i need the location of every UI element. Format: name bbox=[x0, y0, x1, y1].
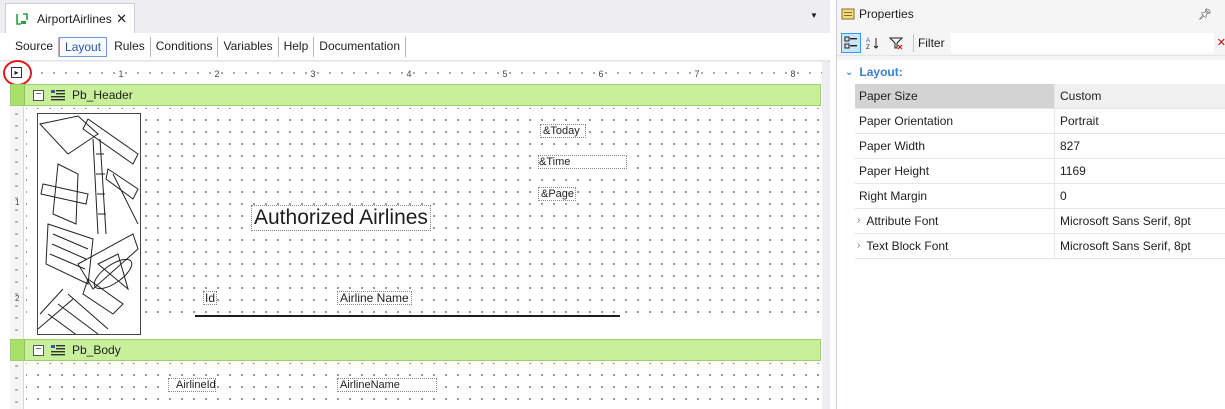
property-row-paper-orientation[interactable]: Paper Orientation Portrait bbox=[855, 109, 1225, 134]
chevron-right-icon[interactable]: › bbox=[857, 234, 860, 258]
funnel-icon bbox=[889, 37, 904, 49]
vruler-mark-1: 1 bbox=[15, 198, 20, 207]
toolbar-separator bbox=[912, 33, 914, 52]
property-value[interactable]: 827 bbox=[1055, 134, 1225, 158]
ruler-mark-3: 3 bbox=[310, 69, 315, 79]
header-underline[interactable] bbox=[195, 315, 620, 317]
vruler-mark-2: 2 bbox=[15, 294, 20, 303]
properties-toolbar: A Z Filter ✕ bbox=[837, 30, 1225, 56]
tab-conditions[interactable]: Conditions bbox=[151, 36, 219, 57]
editor-vertical-scrollbar[interactable] bbox=[822, 62, 830, 409]
tab-layout[interactable]: Layout bbox=[59, 36, 108, 57]
tab-variables[interactable]: Variables bbox=[218, 36, 279, 57]
property-name-cell: › Attribute Font bbox=[855, 209, 1055, 233]
property-name: Paper Orientation bbox=[855, 109, 1055, 133]
layout-editor: AirportAirlines ✕ ▼ Source Layout Rules … bbox=[0, 0, 830, 409]
filter-label: Filter bbox=[917, 35, 945, 50]
time-control[interactable]: &Time bbox=[538, 155, 627, 169]
tab-source[interactable]: Source bbox=[10, 36, 60, 57]
property-row-paper-size[interactable]: Paper Size Custom bbox=[855, 84, 1225, 109]
airline-id-attribute[interactable]: AirlineId bbox=[168, 378, 216, 392]
properties-panel: Properties 📌︎ A Z Filter ✕ ⌄ Layout: Pap… bbox=[836, 0, 1225, 409]
property-row-paper-height[interactable]: Paper Height 1169 bbox=[855, 159, 1225, 184]
properties-title-bar: Properties 📌︎ bbox=[837, 3, 1225, 25]
category-layout[interactable]: ⌄ Layout: bbox=[837, 60, 1225, 84]
properties-title: Properties bbox=[859, 7, 914, 21]
property-name-cell: › Text Block Font bbox=[855, 234, 1055, 258]
ruler-mark-5: 5 bbox=[502, 69, 507, 79]
clear-filter-icon[interactable]: ✕ bbox=[1217, 36, 1225, 49]
tab-rules[interactable]: Rules bbox=[109, 36, 151, 57]
property-name: Paper Size bbox=[855, 84, 1055, 108]
svg-text:Z: Z bbox=[866, 45, 870, 50]
id-label[interactable]: Id bbox=[203, 291, 218, 305]
ruler-mark-1: 1 bbox=[118, 69, 123, 79]
property-name: Paper Height bbox=[855, 159, 1055, 183]
category-label: Layout: bbox=[859, 65, 903, 79]
property-grid: ⌄ Layout: Paper Size Custom Paper Orient… bbox=[837, 60, 1225, 409]
airline-name-attribute[interactable]: AirlineName bbox=[337, 378, 437, 392]
property-name: Right Margin bbox=[855, 184, 1055, 208]
close-tab-icon[interactable]: ✕ bbox=[116, 11, 127, 27]
document-tab[interactable]: AirportAirlines ✕ bbox=[5, 3, 135, 33]
property-value[interactable]: 1169 bbox=[1055, 159, 1225, 183]
report-title-text[interactable]: Authorized Airlines bbox=[251, 205, 431, 231]
band-grip[interactable] bbox=[11, 85, 25, 105]
band-name: Pb_Header bbox=[72, 88, 133, 102]
band-pb-header[interactable]: − Pb_Header bbox=[10, 84, 821, 106]
document-tab-bar: AirportAirlines ✕ ▼ bbox=[0, 0, 830, 33]
ruler-mark-8: 8 bbox=[790, 69, 795, 79]
sort-az-icon: A Z bbox=[866, 37, 879, 50]
property-row-right-margin[interactable]: Right Margin 0 bbox=[855, 184, 1225, 209]
airport-image[interactable] bbox=[37, 113, 141, 335]
categorized-view-button[interactable] bbox=[841, 32, 861, 53]
filter-properties-button[interactable] bbox=[886, 33, 906, 53]
collapse-band-icon[interactable]: − bbox=[33, 344, 44, 356]
property-row-paper-width[interactable]: Paper Width 827 bbox=[855, 134, 1225, 159]
tab-documentation[interactable]: Documentation bbox=[314, 36, 406, 57]
property-value[interactable]: Custom bbox=[1055, 84, 1225, 108]
property-row-text-block-font[interactable]: › Text Block Font Microsoft Sans Serif, … bbox=[855, 234, 1225, 259]
print-block-icon bbox=[50, 344, 66, 356]
band-pb-body[interactable]: − Pb_Body bbox=[10, 339, 821, 361]
ruler-mark-7: 7 bbox=[694, 69, 699, 79]
chevron-right-icon[interactable]: › bbox=[857, 209, 860, 233]
filter-input[interactable] bbox=[950, 32, 1214, 53]
toolbox-toggle-button[interactable]: ▸ bbox=[11, 67, 22, 78]
property-value[interactable]: Microsoft Sans Serif, 8pt bbox=[1055, 234, 1225, 258]
band-name: Pb_Body bbox=[72, 343, 121, 357]
horizontal-ruler: 1 2 3 4 5 6 7 8 bbox=[30, 69, 822, 79]
property-row-attribute-font[interactable]: › Attribute Font Microsoft Sans Serif, 8… bbox=[855, 209, 1225, 234]
ruler-mark-6: 6 bbox=[598, 69, 603, 79]
document-tab-title: AirportAirlines bbox=[37, 11, 112, 26]
property-value[interactable]: Microsoft Sans Serif, 8pt bbox=[1055, 209, 1225, 233]
property-value[interactable]: Portrait bbox=[1055, 109, 1225, 133]
pin-icon[interactable]: 📌︎ bbox=[1198, 8, 1212, 21]
object-part-tabs: Source Layout Rules Conditions Variables… bbox=[0, 33, 830, 61]
airline-name-label[interactable]: Airline Name bbox=[337, 291, 412, 305]
chevron-down-icon[interactable]: ⌄ bbox=[845, 67, 853, 78]
band-grip[interactable] bbox=[11, 340, 25, 360]
property-name: Attribute Font bbox=[866, 214, 939, 228]
svg-text:A: A bbox=[866, 38, 870, 44]
tab-list-dropdown-icon[interactable]: ▼ bbox=[808, 10, 820, 22]
property-name: Text Block Font bbox=[866, 239, 949, 253]
collapse-band-icon[interactable]: − bbox=[33, 89, 44, 101]
property-name: Paper Width bbox=[855, 134, 1055, 158]
ruler-mark-4: 4 bbox=[406, 69, 411, 79]
tab-help[interactable]: Help bbox=[279, 36, 315, 57]
print-block-icon bbox=[50, 89, 66, 101]
properties-icon bbox=[841, 7, 855, 21]
categorized-icon bbox=[844, 36, 857, 48]
page-control[interactable]: &Page bbox=[538, 187, 576, 201]
alphabetical-sort-button[interactable]: A Z bbox=[864, 33, 884, 53]
property-value[interactable]: 0 bbox=[1055, 184, 1225, 208]
ruler-mark-2: 2 bbox=[214, 69, 219, 79]
today-control[interactable]: &Today bbox=[540, 124, 586, 138]
report-object-icon bbox=[15, 12, 29, 26]
